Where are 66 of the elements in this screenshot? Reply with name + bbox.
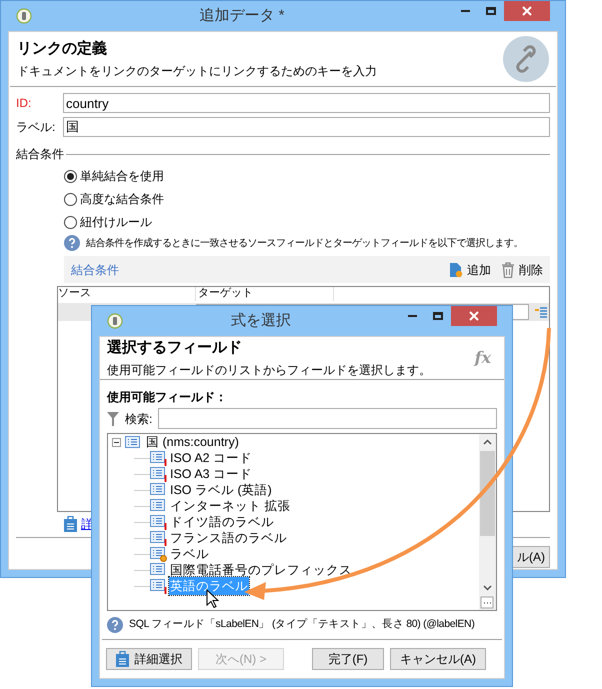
trash-icon bbox=[501, 262, 515, 278]
text-field[interactable]: 国 bbox=[63, 117, 550, 137]
section-subtitle: 使用可能フィールドのリストからフィールドを選択します。 bbox=[107, 362, 432, 379]
radio-option[interactable]: 高度な結合条件 bbox=[64, 190, 164, 208]
collapse-toggle[interactable] bbox=[112, 438, 121, 447]
radio-option[interactable]: 紐付けルール bbox=[64, 213, 152, 231]
radio-button[interactable] bbox=[64, 192, 77, 206]
list-flag-icon bbox=[150, 466, 167, 482]
field-label: ラベル: bbox=[16, 119, 56, 136]
clipboard-icon bbox=[64, 516, 77, 532]
window-title: 式を選択 bbox=[231, 310, 291, 331]
add-icon bbox=[449, 262, 463, 278]
tree-item[interactable]: インターネット 拡張 bbox=[169, 496, 292, 516]
help-icon bbox=[64, 235, 80, 251]
close-icon bbox=[522, 6, 532, 16]
list-icon bbox=[125, 434, 142, 450]
details-button[interactable]: 詳細選択 bbox=[106, 648, 192, 670]
search-field[interactable] bbox=[158, 408, 497, 429]
search-label: 検索: bbox=[125, 410, 152, 428]
section-subtitle: ドキュメントをリンクのターゲットにリンクするためのキーを入力 bbox=[17, 63, 378, 80]
column-header: ターゲット bbox=[196, 287, 334, 301]
dialog-button[interactable]: キャンセル(A) bbox=[390, 648, 486, 670]
scrollbar[interactable] bbox=[479, 434, 496, 610]
section-title: 選択するフィールド bbox=[107, 338, 243, 358]
tree-item[interactable]: フランス語のラベル bbox=[169, 528, 288, 548]
radio-option[interactable]: 単純結合を使用 bbox=[64, 167, 164, 185]
field-label: ID: bbox=[16, 95, 32, 112]
radio-button[interactable] bbox=[64, 170, 77, 182]
link-icon bbox=[503, 36, 549, 82]
dialog-button[interactable]: 完了(F) bbox=[312, 648, 384, 670]
tree-item[interactable]: ISO ラベル (英語) bbox=[169, 480, 273, 500]
list-icon bbox=[150, 562, 167, 578]
details-link[interactable]: 詳 bbox=[81, 515, 93, 533]
list-icon bbox=[150, 498, 167, 514]
list-flag-icon bbox=[150, 578, 167, 594]
toolbar-title: 結合条件 bbox=[71, 262, 120, 278]
tree-item[interactable]: ISO A3 コード bbox=[169, 464, 254, 484]
radio-button[interactable] bbox=[64, 216, 77, 228]
tree-item[interactable]: ラベル bbox=[169, 544, 210, 564]
app-icon bbox=[16, 8, 32, 24]
tree-item[interactable]: ドイツ語のラベル bbox=[169, 512, 275, 532]
tree-item[interactable]: 国際電話番号のプレフィックス bbox=[169, 560, 353, 580]
window-title: 追加データ * bbox=[199, 6, 284, 26]
list-flag-icon bbox=[150, 450, 167, 466]
group-title: 結合条件 bbox=[16, 146, 64, 163]
delete-button[interactable]: 削除 bbox=[501, 260, 543, 278]
app-icon bbox=[107, 313, 123, 329]
close-icon bbox=[469, 311, 479, 321]
help-icon bbox=[107, 617, 123, 633]
text-field[interactable]: country bbox=[63, 93, 550, 113]
filter-icon bbox=[107, 412, 119, 426]
section-title: リンクの定義 bbox=[17, 38, 108, 59]
close-button[interactable] bbox=[451, 306, 497, 326]
list-flag-icon bbox=[150, 514, 167, 530]
field-picker-icon[interactable] bbox=[535, 306, 547, 318]
help-text: 結合条件を作成するときに一致させるソースフィールドとターゲットフィールドを以下で選択します。 bbox=[86, 236, 523, 250]
add-button[interactable]: 追加 bbox=[449, 260, 491, 278]
list-gear-icon bbox=[150, 546, 167, 562]
list-flag-icon bbox=[150, 530, 167, 546]
column-header: ソース bbox=[58, 287, 196, 301]
close-button[interactable] bbox=[504, 1, 550, 21]
list-label: 使用可能フィールド： bbox=[106, 389, 228, 406]
list-icon bbox=[150, 482, 167, 498]
formula-label: fx bbox=[474, 347, 491, 369]
status-text: SQL フィールド「sLabelEN」 (タイプ「テキスト」、長さ 80) (@labelEN) bbox=[129, 617, 475, 632]
clipboard-icon bbox=[116, 651, 128, 667]
